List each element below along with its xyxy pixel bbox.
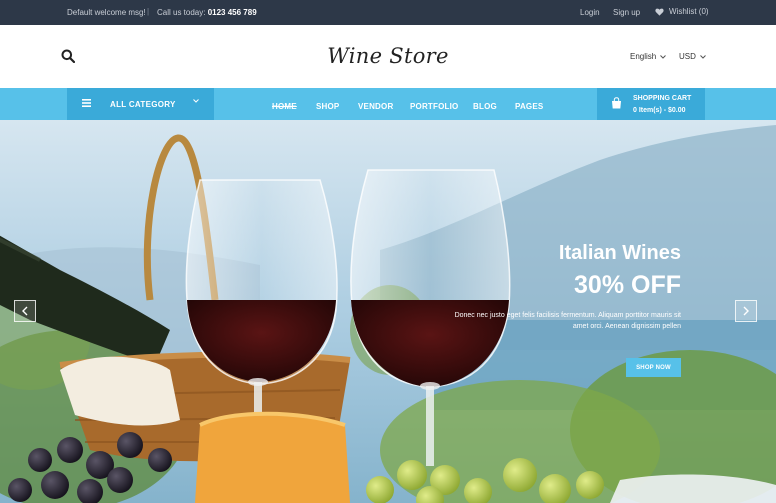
language-label: English xyxy=(630,52,657,61)
header: Wine Store English USD xyxy=(0,25,776,88)
cart-title: SHOPPING CART xyxy=(633,95,692,102)
shopping-bag-icon xyxy=(612,97,621,109)
hero-discount: 30% OFF xyxy=(574,271,681,299)
hero-slider: Italian Wines 30% OFF Donec nec justo eg… xyxy=(0,120,776,503)
currency-selector[interactable]: USD xyxy=(679,52,706,61)
chevron-down-icon xyxy=(700,54,706,59)
phone-number: 0123 456 789 xyxy=(207,8,257,17)
chevron-down-icon xyxy=(660,54,667,59)
wishlist-label: Wishlist (0) xyxy=(669,7,709,16)
currency-label: USD xyxy=(679,52,696,61)
slider-next-button[interactable] xyxy=(735,300,757,322)
menu-icon xyxy=(82,99,91,107)
arrow-right-icon xyxy=(743,306,749,316)
hero-description-line1: Donec nec justo eget felis facilisis fer… xyxy=(454,312,681,319)
hero-title: Italian Wines xyxy=(558,242,681,264)
all-category-button[interactable]: ALL CATEGORY xyxy=(67,88,214,120)
signup-link[interactable]: Sign up xyxy=(613,8,640,17)
main-nav: ALL CATEGORY HOME SHOP VENDOR PORTFOLIO … xyxy=(0,88,776,120)
nav-item-home[interactable]: HOME xyxy=(272,102,297,111)
nav-item-portfolio[interactable]: PORTFOLIO xyxy=(410,102,458,111)
heart-icon xyxy=(655,8,664,16)
all-category-label: ALL CATEGORY xyxy=(110,100,176,109)
shopping-cart-button[interactable]: SHOPPING CART 0 Item(s) - $0.00 xyxy=(597,88,705,120)
login-link[interactable]: Login xyxy=(580,8,600,17)
wishlist-link[interactable]: Wishlist (0) xyxy=(655,7,709,16)
nav-item-blog[interactable]: BLOG xyxy=(473,102,497,111)
topbar-separator: | xyxy=(147,7,150,16)
chevron-down-icon xyxy=(193,99,199,103)
nav-item-shop[interactable]: SHOP xyxy=(316,102,339,111)
welcome-message: Default welcome msg! xyxy=(67,8,146,17)
hero-description-line2: amet orci. Aenean dignissim pellen xyxy=(572,323,681,330)
phone-info: Call us today: 0123 456 789 xyxy=(157,8,257,17)
call-label: Call us today: xyxy=(157,8,206,17)
slider-prev-button[interactable] xyxy=(14,300,36,322)
arrow-left-icon xyxy=(22,306,28,316)
shop-now-button[interactable]: SHOP NOW xyxy=(626,358,681,377)
cart-summary: 0 Item(s) - $0.00 xyxy=(633,107,686,114)
top-bar: Default welcome msg! | Call us today: 01… xyxy=(0,0,776,25)
nav-item-vendor[interactable]: VENDOR xyxy=(358,102,393,111)
nav-item-pages[interactable]: PAGES xyxy=(515,102,543,111)
language-selector[interactable]: English xyxy=(630,52,667,61)
